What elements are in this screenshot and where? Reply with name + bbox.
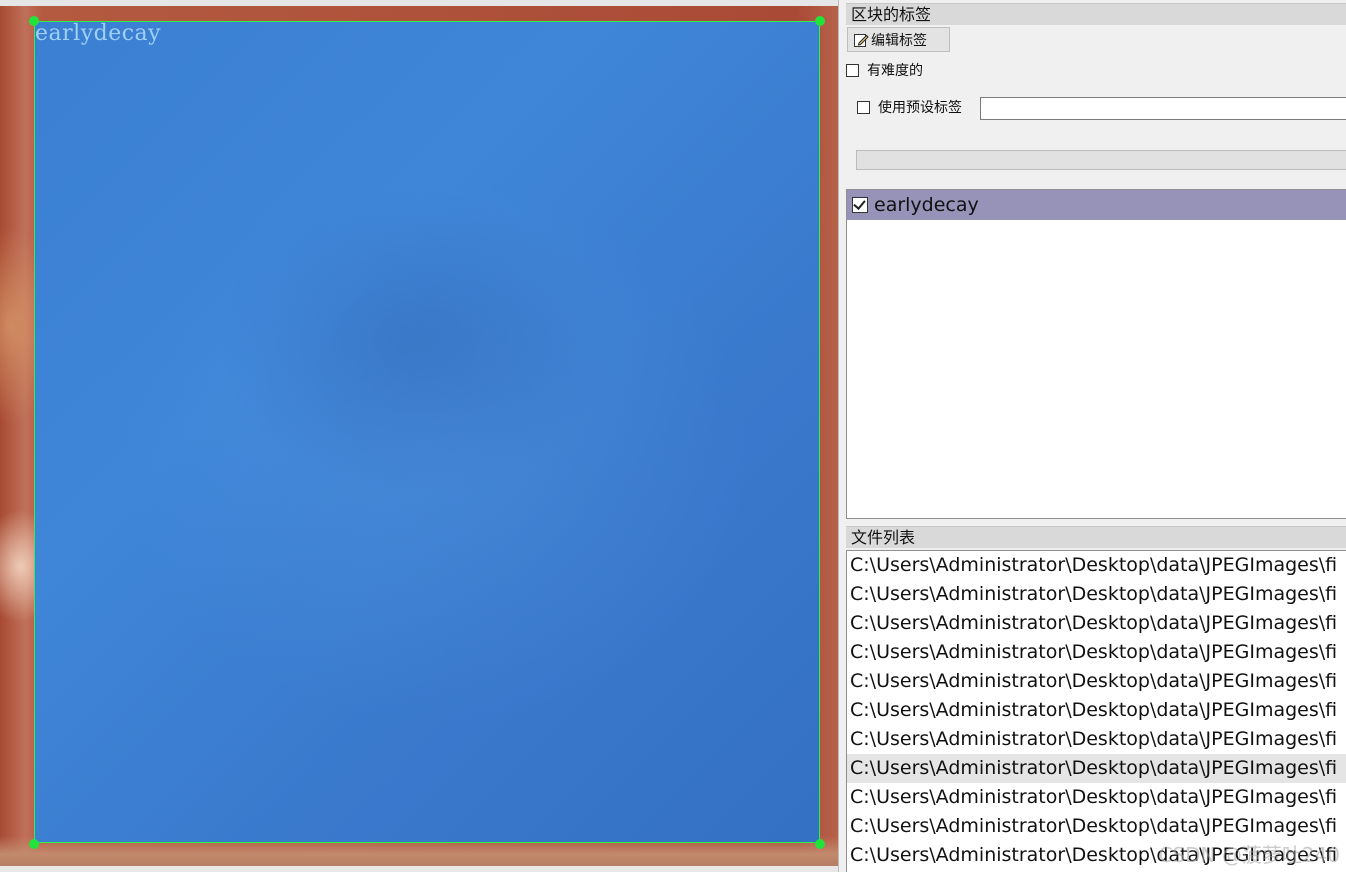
file-list-item[interactable]: C:\Users\Administrator\Desktop\data\JPEG… — [847, 812, 1346, 841]
file-list-item[interactable]: C:\Users\Administrator\Desktop\data\JPEG… — [847, 551, 1346, 580]
file-list[interactable]: C:\Users\Administrator\Desktop\data\JPEG… — [846, 550, 1346, 872]
bbox-handle-bottom-right[interactable] — [815, 839, 825, 849]
file-list-item[interactable]: C:\Users\Administrator\Desktop\data\JPEG… — [847, 609, 1346, 638]
box-labels-dock-title[interactable]: 区块的标签 — [846, 3, 1346, 25]
preset-label-input[interactable] — [980, 97, 1346, 120]
preset-label-combobox[interactable] — [856, 150, 1346, 170]
edit-label-button[interactable]: 编辑标签 — [847, 27, 950, 52]
bbox-handle-top-right[interactable] — [815, 16, 825, 26]
label-list[interactable]: earlydecay — [846, 189, 1346, 519]
use-preset-label-text: 使用预设标签 — [878, 100, 962, 116]
edit-label-button-text: 编辑标签 — [871, 32, 927, 49]
image-canvas[interactable]: earlydecay — [0, 0, 838, 872]
use-preset-label-checkbox[interactable] — [857, 100, 870, 114]
file-list-item[interactable]: C:\Users\Administrator\Desktop\data\JPEG… — [847, 580, 1346, 609]
watermark: CSDN @菠萝吐240 — [1158, 843, 1340, 867]
file-list-item-selected[interactable]: C:\Users\Administrator\Desktop\data\JPEG… — [847, 754, 1346, 783]
label-item-text: earlydecay — [874, 194, 979, 216]
file-list-item[interactable]: C:\Users\Administrator\Desktop\data\JPEG… — [847, 783, 1346, 812]
bbox-handle-top-left[interactable] — [29, 16, 39, 26]
label-item-checkbox[interactable] — [852, 197, 868, 213]
difficult-checkbox-label: 有难度的 — [867, 63, 923, 79]
use-preset-label-row[interactable]: 使用预设标签 — [857, 97, 962, 117]
right-panel: 区块的标签 编辑标签 有难度的 使用预设标签 earlydecay 文件列表 C… — [844, 0, 1346, 872]
bounding-box-label: earlydecay — [35, 21, 162, 46]
edit-pencil-icon — [854, 33, 869, 47]
difficult-checkbox-row[interactable]: 有难度的 — [846, 60, 923, 80]
file-list-item[interactable]: C:\Users\Administrator\Desktop\data\JPEG… — [847, 667, 1346, 696]
label-list-item[interactable]: earlydecay — [847, 190, 1346, 220]
file-list-item[interactable]: C:\Users\Administrator\Desktop\data\JPEG… — [847, 725, 1346, 754]
file-list-dock-title[interactable]: 文件列表 — [846, 526, 1346, 548]
file-list-item[interactable]: C:\Users\Administrator\Desktop\data\JPEG… — [847, 696, 1346, 725]
checkmark-icon — [853, 197, 866, 210]
difficult-checkbox[interactable] — [846, 63, 859, 77]
bbox-handle-bottom-left[interactable] — [29, 839, 39, 849]
bounding-box[interactable] — [34, 21, 820, 843]
horizontal-scrollbar[interactable] — [0, 866, 838, 872]
file-list-item[interactable]: C:\Users\Administrator\Desktop\data\JPEG… — [847, 638, 1346, 667]
